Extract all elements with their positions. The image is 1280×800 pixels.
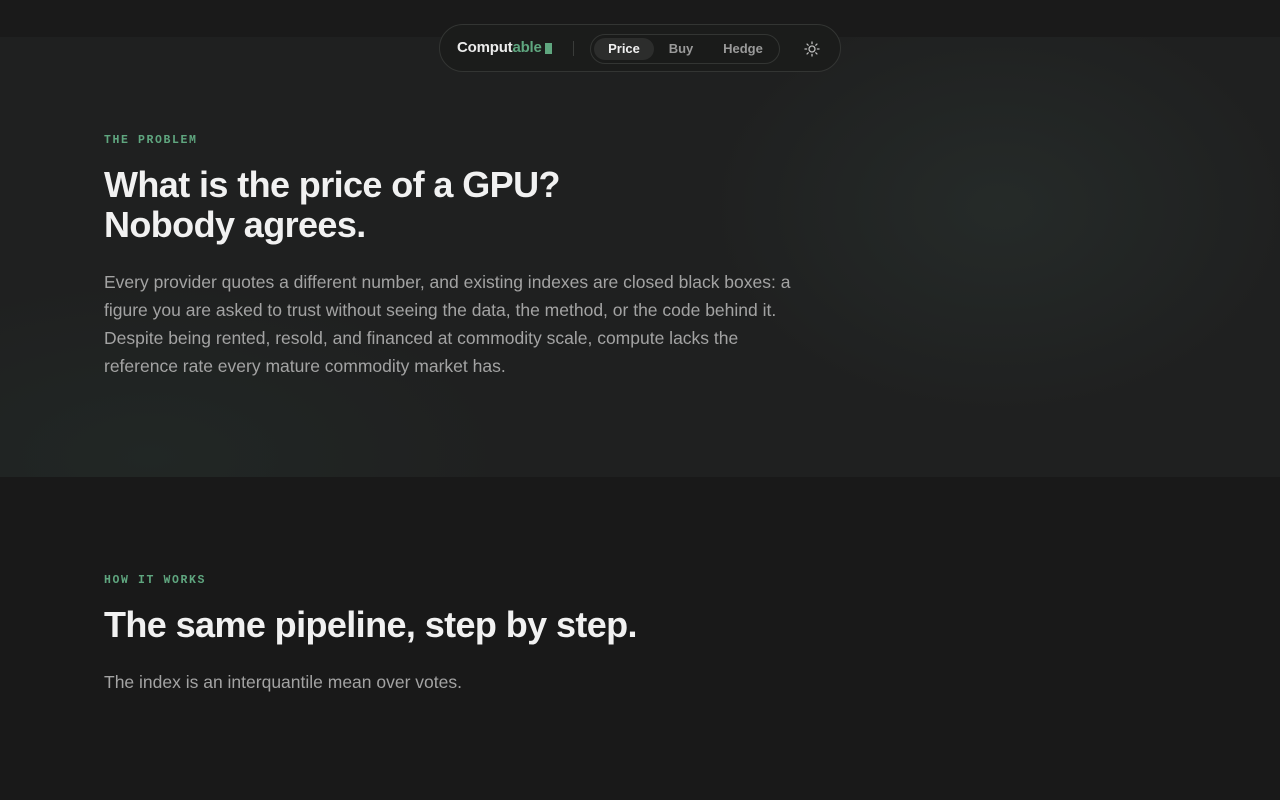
tab-price[interactable]: Price xyxy=(594,38,654,60)
nav-tabs: Price Buy Hedge xyxy=(590,34,780,64)
nav-divider xyxy=(573,41,574,56)
sun-icon xyxy=(804,41,820,57)
brand-cursor-icon xyxy=(544,42,552,54)
problem-headline-line-1: What is the price of a GPU? xyxy=(104,164,560,205)
problem-eyebrow: THE PROBLEM xyxy=(104,134,198,147)
problem-headline-line-2: Nobody agrees. xyxy=(104,204,366,245)
brand-name-accent: able xyxy=(512,39,542,56)
problem-body: Every provider quotes a different number… xyxy=(104,272,791,376)
tab-buy[interactable]: Buy xyxy=(659,38,703,60)
how-body: The index is an interquantile mean over … xyxy=(104,672,462,692)
tab-hedge[interactable]: Hedge xyxy=(710,38,776,60)
brand-logo[interactable]: Comput able xyxy=(457,39,552,56)
top-navigation: Comput able Price Buy Hedge xyxy=(439,24,841,72)
theme-toggle-button[interactable] xyxy=(800,37,824,61)
brand-name-main: Comput xyxy=(457,39,513,56)
problem-section xyxy=(0,37,1280,477)
problem-headline: What is the price of a GPU? Nobody agree… xyxy=(104,165,560,245)
how-headline: The same pipeline, step by step. xyxy=(104,604,638,645)
how-eyebrow: HOW IT WORKS xyxy=(104,574,207,587)
